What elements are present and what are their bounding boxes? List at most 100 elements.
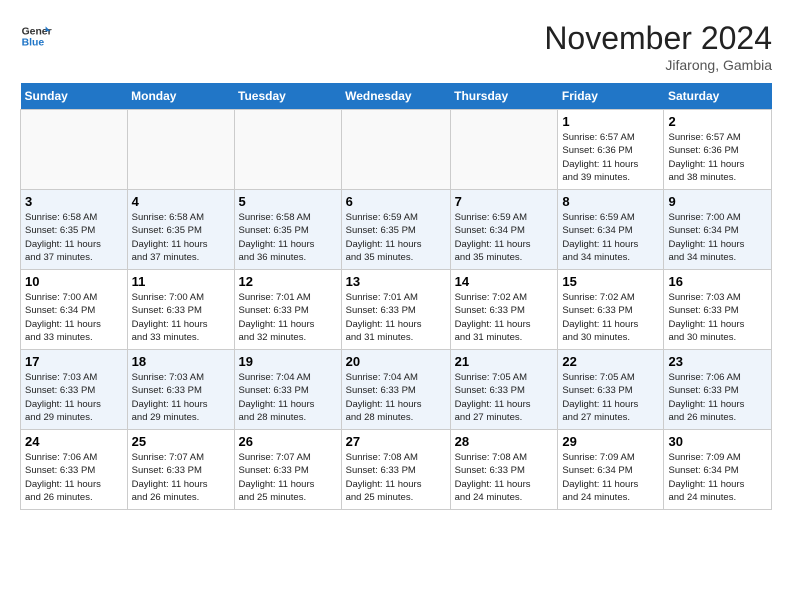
day-number: 11 (132, 274, 230, 289)
day-info: Sunrise: 6:58 AM Sunset: 6:35 PM Dayligh… (25, 211, 123, 264)
day-number: 24 (25, 434, 123, 449)
day-number: 6 (346, 194, 446, 209)
day-number: 10 (25, 274, 123, 289)
day-number: 27 (346, 434, 446, 449)
day-number: 8 (562, 194, 659, 209)
calendar-day: 21Sunrise: 7:05 AM Sunset: 6:33 PM Dayli… (450, 350, 558, 430)
day-number: 16 (668, 274, 767, 289)
calendar-day: 16 Sunrise: 7:03 AM Sunset: 6:33 PM Dayli… (664, 270, 772, 350)
day-info: Sunrise: 7:04 AM Sunset: 6:33 PM Dayligh… (346, 371, 446, 424)
calendar-day: 20 Sunrise: 7:04 AM Sunset: 6:33 PM Dayli… (341, 350, 450, 430)
day-info: Sunrise: 7:09 AM Sunset: 6:34 PM Dayligh… (562, 451, 659, 504)
calendar-day: 1 Sunrise: 6:57 AM Sunset: 6:36 PM Daylig… (558, 110, 664, 190)
calendar-day: 7Sunrise: 6:59 AM Sunset: 6:34 PM Daylig… (450, 190, 558, 270)
calendar-day: 10 Sunrise: 7:00 AM Sunset: 6:34 PM Dayli… (21, 270, 128, 350)
calendar-day (234, 110, 341, 190)
day-info: Sunrise: 7:02 AM Sunset: 6:33 PM Dayligh… (562, 291, 659, 344)
calendar-day: 12 Sunrise: 7:01 AM Sunset: 6:33 PM Dayli… (234, 270, 341, 350)
calendar-week-3: 10 Sunrise: 7:00 AM Sunset: 6:34 PM Dayli… (21, 270, 772, 350)
day-number: 19 (239, 354, 337, 369)
day-number: 1 (562, 114, 659, 129)
day-info: Sunrise: 7:00 AM Sunset: 6:33 PM Dayligh… (132, 291, 230, 344)
day-info: Sunrise: 7:00 AM Sunset: 6:34 PM Dayligh… (25, 291, 123, 344)
calendar-day: 28Sunrise: 7:08 AM Sunset: 6:33 PM Dayli… (450, 430, 558, 510)
day-info: Sunrise: 6:59 AM Sunset: 6:35 PM Dayligh… (346, 211, 446, 264)
day-number: 13 (346, 274, 446, 289)
day-number: 9 (668, 194, 767, 209)
day-info: Sunrise: 7:03 AM Sunset: 6:33 PM Dayligh… (132, 371, 230, 424)
calendar-week-1: 1 Sunrise: 6:57 AM Sunset: 6:36 PM Daylig… (21, 110, 772, 190)
calendar-day: 15 Sunrise: 7:02 AM Sunset: 6:33 PM Dayli… (558, 270, 664, 350)
calendar-week-5: 24 Sunrise: 7:06 AM Sunset: 6:33 PM Dayli… (21, 430, 772, 510)
day-info: Sunrise: 7:09 AM Sunset: 6:34 PM Dayligh… (668, 451, 767, 504)
day-info: Sunrise: 6:59 AM Sunset: 6:34 PM Dayligh… (562, 211, 659, 264)
location-subtitle: Jifarong, Gambia (544, 57, 772, 73)
day-number: 3 (25, 194, 123, 209)
calendar-week-4: 17Sunrise: 7:03 AM Sunset: 6:33 PM Dayli… (21, 350, 772, 430)
calendar-day (21, 110, 128, 190)
day-info: Sunrise: 7:01 AM Sunset: 6:33 PM Dayligh… (239, 291, 337, 344)
weekday-header-wednesday: Wednesday (341, 83, 450, 110)
weekday-header-monday: Monday (127, 83, 234, 110)
day-info: Sunrise: 7:01 AM Sunset: 6:33 PM Dayligh… (346, 291, 446, 344)
calendar-day: 26Sunrise: 7:07 AM Sunset: 6:33 PM Dayli… (234, 430, 341, 510)
calendar-day: 27 Sunrise: 7:08 AM Sunset: 6:33 PM Dayli… (341, 430, 450, 510)
day-number: 30 (668, 434, 767, 449)
calendar-header: SundayMondayTuesdayWednesdayThursdayFrid… (21, 83, 772, 110)
calendar-day: 6 Sunrise: 6:59 AM Sunset: 6:35 PM Daylig… (341, 190, 450, 270)
day-number: 18 (132, 354, 230, 369)
calendar-day: 2 Sunrise: 6:57 AM Sunset: 6:36 PM Daylig… (664, 110, 772, 190)
day-info: Sunrise: 7:02 AM Sunset: 6:33 PM Dayligh… (455, 291, 554, 344)
day-number: 22 (562, 354, 659, 369)
month-title: November 2024 (544, 20, 772, 57)
calendar-day: 17Sunrise: 7:03 AM Sunset: 6:33 PM Dayli… (21, 350, 128, 430)
day-number: 5 (239, 194, 337, 209)
calendar-week-2: 3 Sunrise: 6:58 AM Sunset: 6:35 PM Daylig… (21, 190, 772, 270)
calendar-day: 24 Sunrise: 7:06 AM Sunset: 6:33 PM Dayli… (21, 430, 128, 510)
day-number: 14 (455, 274, 554, 289)
calendar-day: 30 Sunrise: 7:09 AM Sunset: 6:34 PM Dayli… (664, 430, 772, 510)
svg-text:General: General (22, 26, 52, 37)
calendar-day: 5 Sunrise: 6:58 AM Sunset: 6:35 PM Daylig… (234, 190, 341, 270)
day-number: 28 (455, 434, 554, 449)
logo-icon: General Blue (20, 20, 52, 52)
calendar-day (127, 110, 234, 190)
weekday-header-sunday: Sunday (21, 83, 128, 110)
calendar-day: 8 Sunrise: 6:59 AM Sunset: 6:34 PM Daylig… (558, 190, 664, 270)
calendar-day (450, 110, 558, 190)
day-info: Sunrise: 6:57 AM Sunset: 6:36 PM Dayligh… (562, 131, 659, 184)
day-info: Sunrise: 7:06 AM Sunset: 6:33 PM Dayligh… (25, 451, 123, 504)
day-info: Sunrise: 7:07 AM Sunset: 6:33 PM Dayligh… (132, 451, 230, 504)
title-block: November 2024 Jifarong, Gambia (544, 20, 772, 73)
day-number: 4 (132, 194, 230, 209)
day-number: 29 (562, 434, 659, 449)
day-info: Sunrise: 6:58 AM Sunset: 6:35 PM Dayligh… (239, 211, 337, 264)
calendar-table: SundayMondayTuesdayWednesdayThursdayFrid… (20, 83, 772, 510)
weekday-header-saturday: Saturday (664, 83, 772, 110)
day-info: Sunrise: 7:04 AM Sunset: 6:33 PM Dayligh… (239, 371, 337, 424)
calendar-day: 25 Sunrise: 7:07 AM Sunset: 6:33 PM Dayli… (127, 430, 234, 510)
day-info: Sunrise: 7:03 AM Sunset: 6:33 PM Dayligh… (668, 291, 767, 344)
day-info: Sunrise: 7:08 AM Sunset: 6:33 PM Dayligh… (346, 451, 446, 504)
calendar-day: 11 Sunrise: 7:00 AM Sunset: 6:33 PM Dayli… (127, 270, 234, 350)
page-header: General Blue November 2024 Jifarong, Gam… (20, 20, 772, 73)
day-info: Sunrise: 7:06 AM Sunset: 6:33 PM Dayligh… (668, 371, 767, 424)
day-number: 20 (346, 354, 446, 369)
day-info: Sunrise: 7:03 AM Sunset: 6:33 PM Dayligh… (25, 371, 123, 424)
day-info: Sunrise: 7:05 AM Sunset: 6:33 PM Dayligh… (455, 371, 554, 424)
day-info: Sunrise: 6:59 AM Sunset: 6:34 PM Dayligh… (455, 211, 554, 264)
calendar-day: 22Sunrise: 7:05 AM Sunset: 6:33 PM Dayli… (558, 350, 664, 430)
calendar-day: 14 Sunrise: 7:02 AM Sunset: 6:33 PM Dayli… (450, 270, 558, 350)
day-number: 15 (562, 274, 659, 289)
day-number: 25 (132, 434, 230, 449)
calendar-day: 4Sunrise: 6:58 AM Sunset: 6:35 PM Daylig… (127, 190, 234, 270)
weekday-header-thursday: Thursday (450, 83, 558, 110)
weekday-header-friday: Friday (558, 83, 664, 110)
day-number: 2 (668, 114, 767, 129)
day-number: 12 (239, 274, 337, 289)
day-info: Sunrise: 6:57 AM Sunset: 6:36 PM Dayligh… (668, 131, 767, 184)
calendar-day: 13 Sunrise: 7:01 AM Sunset: 6:33 PM Dayli… (341, 270, 450, 350)
svg-text:Blue: Blue (22, 38, 45, 49)
calendar-day: 29 Sunrise: 7:09 AM Sunset: 6:34 PM Dayli… (558, 430, 664, 510)
calendar-day (341, 110, 450, 190)
